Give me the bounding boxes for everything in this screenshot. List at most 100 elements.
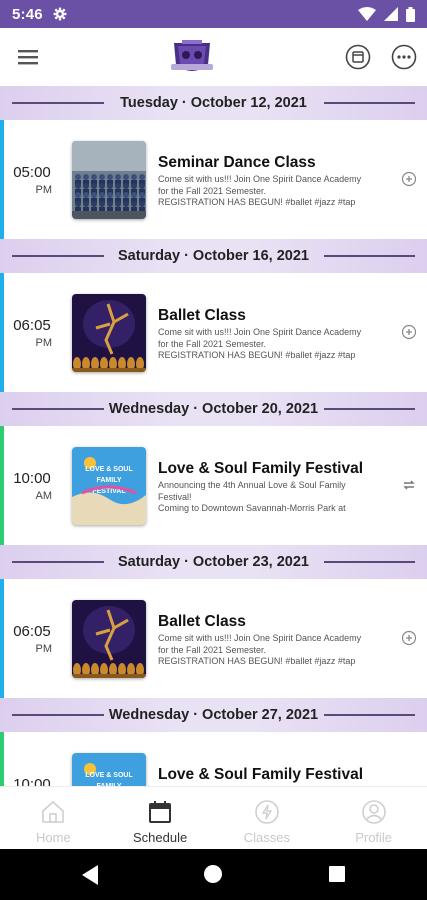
bottom-navigation: Home Schedule Classes Profile [0,786,427,849]
event-title: Love & Soul Family Festival [158,460,364,477]
event-time: 05:00 PM [8,164,56,196]
menu-icon[interactable] [14,44,42,70]
add-icon[interactable] [401,171,417,187]
event-description-line: Come sit with us!!! Join One Spirit Danc… [158,633,362,643]
profile-icon [361,800,386,824]
date-divider-left [12,408,104,410]
date-divider-left [12,714,104,716]
event-accent-bar [0,732,4,786]
calendar-button-icon[interactable] [345,44,371,70]
status-icons [358,6,415,22]
date-header: Saturday · October 23, 2021 [0,545,427,579]
event-accent-bar [0,579,4,698]
event-description-line: REGISTRATION HAS BEGUN! #ballet #jazz #t… [158,350,356,360]
event-description-line: Announcing the 4th Annual Love & Soul Fa… [158,480,346,490]
status-bar: 5:46 [0,0,427,28]
tab-profile-label: Profile [355,830,393,845]
event-card[interactable]: 06:05 PM Ballet Class Come sit with us!!! J… [0,579,427,698]
system-navigation-bar [0,849,427,900]
date-divider-left [12,255,104,257]
tab-schedule-label: Schedule [133,830,188,845]
more-options-icon[interactable] [391,44,417,70]
wifi-icon [358,7,376,21]
status-time: 5:46 [12,5,43,23]
date-label: Saturday · October 23, 2021 [118,554,309,570]
event-title: Ballet Class [158,613,246,630]
event-time-value: 05:00 [13,164,51,181]
event-thumbnail[interactable]: LOVE & SOULFAMILYFESTIVAL [72,753,146,786]
event-card[interactable]: 10:00 AM LOVE & SOUL FAMILY FESTIVAL Love & S… [0,426,427,545]
event-time-ampm: PM [35,184,53,196]
event-description-line: Festival! [158,491,192,502]
schedule-feed[interactable]: Tuesday · October 12, 2021 05:00 PM Seminar… [0,86,427,786]
signal-icon [384,7,398,21]
date-divider-right [323,255,415,257]
date-divider-right [323,561,415,563]
event-thumbnail[interactable] [72,294,146,372]
tab-classes-label: Classes [243,830,290,845]
tab-home[interactable]: Home [0,787,107,849]
date-label: Wednesday · October 27, 2021 [108,707,319,723]
event-thumbnail[interactable] [72,141,146,219]
event-time-value: 10:00 [13,776,51,786]
event-description-line: Coming to Downtown Savannah-Morris Park … [158,503,346,513]
event-time: 10:00 AM [8,470,56,502]
date-divider-left [12,561,104,563]
poster-text: FAMILY [96,477,121,484]
event-title: Ballet Class [158,307,246,324]
event-card[interactable]: 06:05 PM Ballet Class Come sit with us!!! J… [0,273,427,392]
event-description-line: Come sit with us!!! Join One Spirit Danc… [158,327,362,337]
event-card[interactable]: 10:00 LOVE & SOULFAMILYFESTIVAL Love & Sou… [0,732,427,786]
event-description-line: Come sit with us!!! Join One Spirit Danc… [158,174,362,184]
date-label: Saturday · October 16, 2021 [118,248,309,264]
tab-home-label: Home [36,830,71,845]
date-divider-right [323,408,415,410]
event-description: Come sit with us!!! Join One Spirit Danc… [158,327,394,362]
event-description: Announcing the 4th Annual Love & Soul Fa… [158,480,394,515]
event-description-line: REGISTRATION HAS BEGUN! #ballet #jazz #t… [158,656,356,666]
battery-icon [406,6,415,22]
bolt-icon [255,800,279,824]
event-description: Come sit with us!!! Join One Spirit Danc… [158,633,394,668]
event-time: 06:05 PM [8,317,56,349]
app-bar [0,28,427,86]
academy-logo [171,40,213,71]
event-accent-bar [0,426,4,545]
recents-icon[interactable] [329,866,345,882]
date-header: Wednesday · October 20, 2021 [0,392,427,426]
event-time-ampm: PM [35,337,53,349]
event-card[interactable]: 05:00 PM Seminar Dance Class Come sit with … [0,120,427,239]
event-accent-bar [0,273,4,392]
event-description: Come sit with us!!! Join One Spirit Danc… [158,174,394,209]
date-divider-right [323,714,415,716]
event-description-line: REGISTRATION HAS BEGUN! #ballet #jazz #t… [158,197,356,207]
date-divider-right [323,102,415,104]
add-icon[interactable] [401,630,417,646]
event-time-value: 06:05 [13,317,51,334]
event-time: 06:05 PM [8,623,56,655]
date-header: Wednesday · October 27, 2021 [0,698,427,732]
date-header: Saturday · October 16, 2021 [0,239,427,273]
event-time-value: 06:05 [13,623,51,640]
tab-profile[interactable]: Profile [320,787,427,849]
event-description-line: for the Fall 2021 Semester. [158,338,267,349]
event-title: Seminar Dance Class [158,154,316,171]
event-thumbnail[interactable] [72,600,146,678]
home-icon [42,800,65,823]
add-icon[interactable] [401,324,417,340]
repeat-icon[interactable] [401,477,417,493]
poster-text: LOVE & SOUL [85,466,133,473]
event-time-ampm: PM [35,643,53,655]
event-description-line: for the Fall 2021 Semester. [158,185,267,196]
date-label: Tuesday · October 12, 2021 [120,95,307,111]
event-description-line: for the Fall 2021 Semester. [158,644,267,655]
event-time: 10:00 [8,776,56,786]
tab-classes[interactable]: Classes [214,787,321,849]
home-circle-icon[interactable] [204,865,222,883]
event-time-ampm: AM [35,490,53,502]
event-thumbnail[interactable]: LOVE & SOULFAMILYFESTIVAL [72,447,146,525]
back-icon[interactable] [80,864,100,886]
event-title: Love & Soul Family Festival [158,766,364,783]
tab-schedule[interactable]: Schedule [107,787,214,849]
poster-text: LOVE & SOUL [85,772,133,779]
